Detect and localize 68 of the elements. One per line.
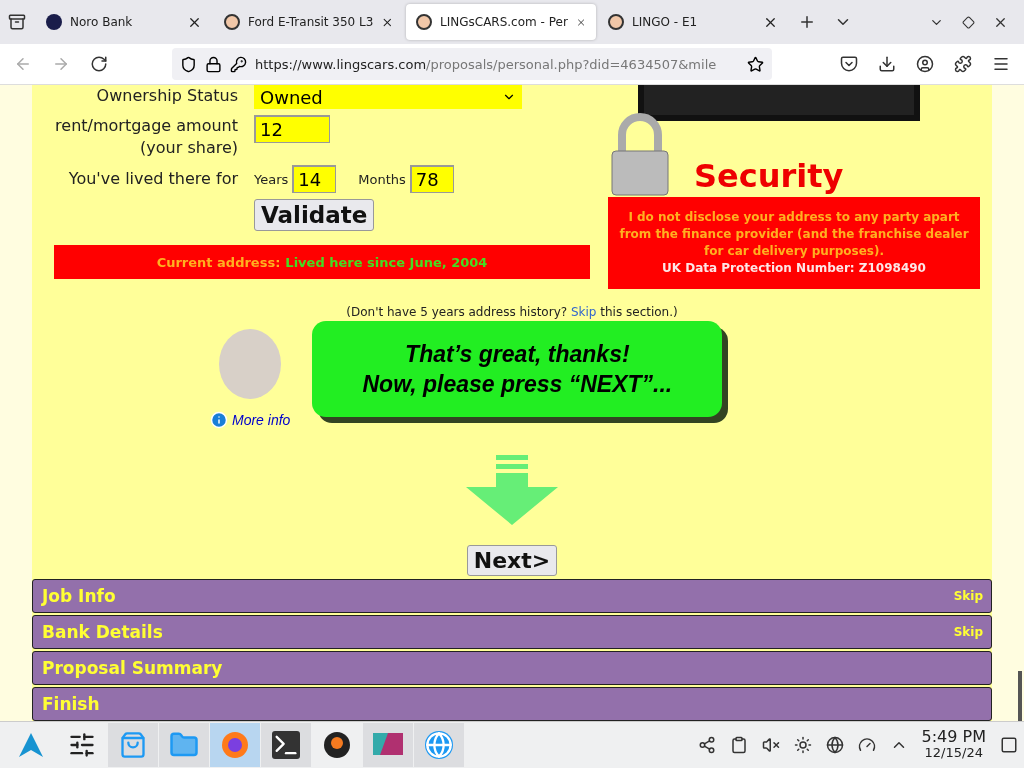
browser-tab[interactable]: Noro Bank	[36, 4, 212, 40]
section-header[interactable]: Job Info Skip	[32, 579, 992, 613]
bubble-text: That’s great, thanks!	[405, 340, 630, 369]
account-icon[interactable]	[916, 55, 934, 73]
months-input[interactable]: 78	[409, 165, 454, 193]
address-bar[interactable]: https://www.lingscars.com/proposals/personal.php?did=4634507&mile	[172, 48, 772, 80]
info-icon	[210, 411, 228, 429]
skip-link[interactable]: Skip	[570, 305, 597, 319]
bubble-text: Now, please press “NEXT”...	[362, 370, 673, 399]
field-label: You've lived there for	[67, 168, 238, 190]
menu-icon[interactable]	[992, 55, 1010, 73]
reload-icon[interactable]	[90, 55, 108, 73]
section-title: Job Info	[42, 586, 116, 606]
avatar-icon	[608, 14, 624, 30]
banner-label: Current address:	[156, 254, 281, 270]
banner-value: Lived here since June, 2004	[285, 254, 488, 270]
clipboard-icon[interactable]	[729, 736, 748, 754]
gauge-icon[interactable]	[857, 736, 876, 754]
rent-input[interactable]: 12	[254, 115, 330, 143]
padlock-icon	[608, 113, 672, 197]
section-title: Bank Details	[42, 622, 163, 642]
new-tab-icon[interactable]	[798, 13, 816, 31]
maximize-icon[interactable]	[962, 15, 975, 29]
field-label: (your share)	[139, 137, 238, 159]
tab-list-icon[interactable]	[8, 13, 26, 31]
skip-link[interactable]: Skip	[953, 589, 983, 603]
years-input[interactable]: 14	[292, 165, 337, 193]
section-header[interactable]: Bank Details Skip	[32, 615, 992, 649]
globe-icon[interactable]	[825, 736, 844, 754]
terminal-icon[interactable]	[272, 731, 300, 759]
field-label: rent/mortgage amount	[54, 115, 238, 137]
section-title: Finish	[42, 694, 100, 714]
arch-logo-icon[interactable]	[17, 731, 45, 759]
browser-tab[interactable]: Ford E-Transit 350 L3	[214, 4, 404, 40]
brightness-icon[interactable]	[793, 736, 812, 754]
next-button[interactable]: Next>	[466, 545, 558, 576]
mute-icon[interactable]	[761, 736, 780, 754]
security-text: I do not disclose your address to any party apart from the finance provider (and the franchise dealer for car delivery purposes).	[618, 209, 970, 260]
data-protection-number: UK Data Protection Number: Z1098490	[661, 260, 927, 277]
key-icon[interactable]	[230, 55, 247, 73]
validate-button[interactable]: Validate	[254, 199, 375, 231]
skip-note: (Don't have 5 years address history? Skip this section.)	[345, 305, 679, 319]
more-info-link[interactable]: More info	[210, 411, 291, 429]
extensions-icon[interactable]	[954, 55, 972, 73]
years-label: Years	[254, 171, 289, 187]
section-header[interactable]: Finish	[32, 687, 992, 721]
skip-link[interactable]: Skip	[953, 625, 983, 639]
months-label: Months	[358, 171, 406, 187]
bookmark-star-icon[interactable]	[747, 55, 764, 73]
download-icon[interactable]	[878, 55, 896, 73]
avatar-icon	[224, 14, 240, 30]
down-arrow-icon	[466, 455, 558, 525]
clock[interactable]: 5:49 PM 12/15/24	[921, 729, 986, 761]
browser-tab[interactable]: LINGO - E1	[598, 4, 788, 40]
browser-icon[interactable]	[220, 730, 250, 760]
desktop-icon[interactable]	[1000, 736, 1018, 754]
network-icon[interactable]	[697, 736, 716, 754]
lock-icon[interactable]	[205, 55, 222, 73]
avatar-icon	[416, 14, 432, 30]
section-title: Proposal Summary	[42, 658, 223, 678]
shield-icon[interactable]	[180, 55, 197, 73]
pocket-icon[interactable]	[840, 55, 858, 73]
section-header[interactable]: Proposal Summary	[32, 651, 992, 685]
ownership-select[interactable]: Owned	[254, 85, 522, 109]
sliders-icon[interactable]	[68, 731, 96, 759]
security-title: Security	[694, 157, 844, 197]
field-label: Ownership Status	[95, 85, 238, 107]
browser-tab[interactable]: LINGsCARS.com - Per	[406, 4, 596, 40]
